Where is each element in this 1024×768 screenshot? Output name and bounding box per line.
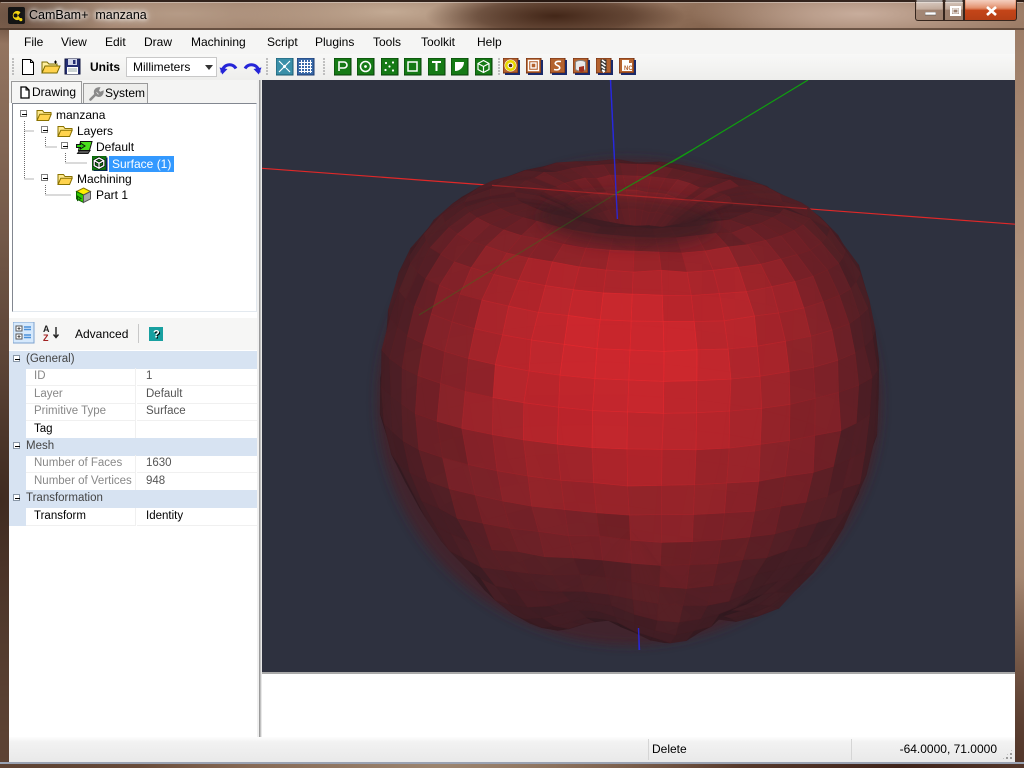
svg-text:NC: NC <box>624 66 633 72</box>
svg-text:?: ? <box>153 329 160 341</box>
svg-text:Z: Z <box>43 333 49 343</box>
